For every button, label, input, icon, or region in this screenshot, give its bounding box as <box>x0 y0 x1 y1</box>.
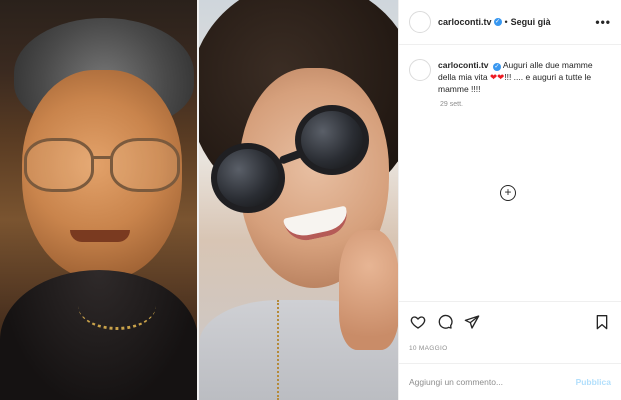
photo-necklace <box>277 300 317 400</box>
verified-badge-icon: ✓ <box>492 63 501 71</box>
post-date: 10 MAGGIO <box>409 345 448 352</box>
verified-badge-icon: ✓ <box>493 18 502 26</box>
photo-sunglasses <box>209 105 398 225</box>
photo-necklace <box>78 282 156 330</box>
publish-button[interactable]: Pubblica <box>576 377 611 387</box>
caption-text: carloconti.tv ✓ Auguri alle due mamme de… <box>438 59 611 95</box>
bookmark-icon[interactable] <box>593 313 611 331</box>
following-button[interactable]: Segui già <box>511 17 551 27</box>
comment-input[interactable] <box>409 377 576 387</box>
photo-woman-sunglasses <box>199 0 398 400</box>
photo-mouth <box>70 230 130 242</box>
avatar[interactable] <box>409 59 431 81</box>
instagram-post: carloconti.tv ✓ • Segui già ••• carlocon… <box>0 0 621 400</box>
comment-bubble-icon[interactable] <box>436 313 454 331</box>
post-header: carloconti.tv ✓ • Segui già ••• <box>399 0 621 45</box>
photo-glasses <box>24 138 184 198</box>
more-options-icon[interactable]: ••• <box>595 15 611 29</box>
caption: carloconti.tv ✓ Auguri alle due mamme de… <box>409 59 611 95</box>
username-link[interactable]: carloconti.tv <box>438 17 492 27</box>
action-bar <box>399 301 621 341</box>
avatar[interactable] <box>409 11 431 33</box>
paper-plane-icon[interactable] <box>463 313 481 331</box>
photo-elderly-woman <box>0 0 198 400</box>
hearts-emoji: ❤❤ <box>489 72 505 82</box>
photo-hand <box>339 230 398 350</box>
comment-form: Pubblica <box>399 363 621 400</box>
caption-timestamp[interactable]: 29 sett. <box>440 101 611 108</box>
heart-outline-icon[interactable] <box>409 313 427 331</box>
post-sidebar: carloconti.tv ✓ • Segui già ••• carlocon… <box>398 0 621 400</box>
caption-username[interactable]: carloconti.tv <box>438 60 489 70</box>
plus-circle-icon[interactable]: + <box>500 185 516 201</box>
comments-section: carloconti.tv ✓ Auguri alle due mamme de… <box>399 45 621 301</box>
post-photo[interactable] <box>0 0 398 400</box>
separator-dot: • <box>504 17 508 27</box>
